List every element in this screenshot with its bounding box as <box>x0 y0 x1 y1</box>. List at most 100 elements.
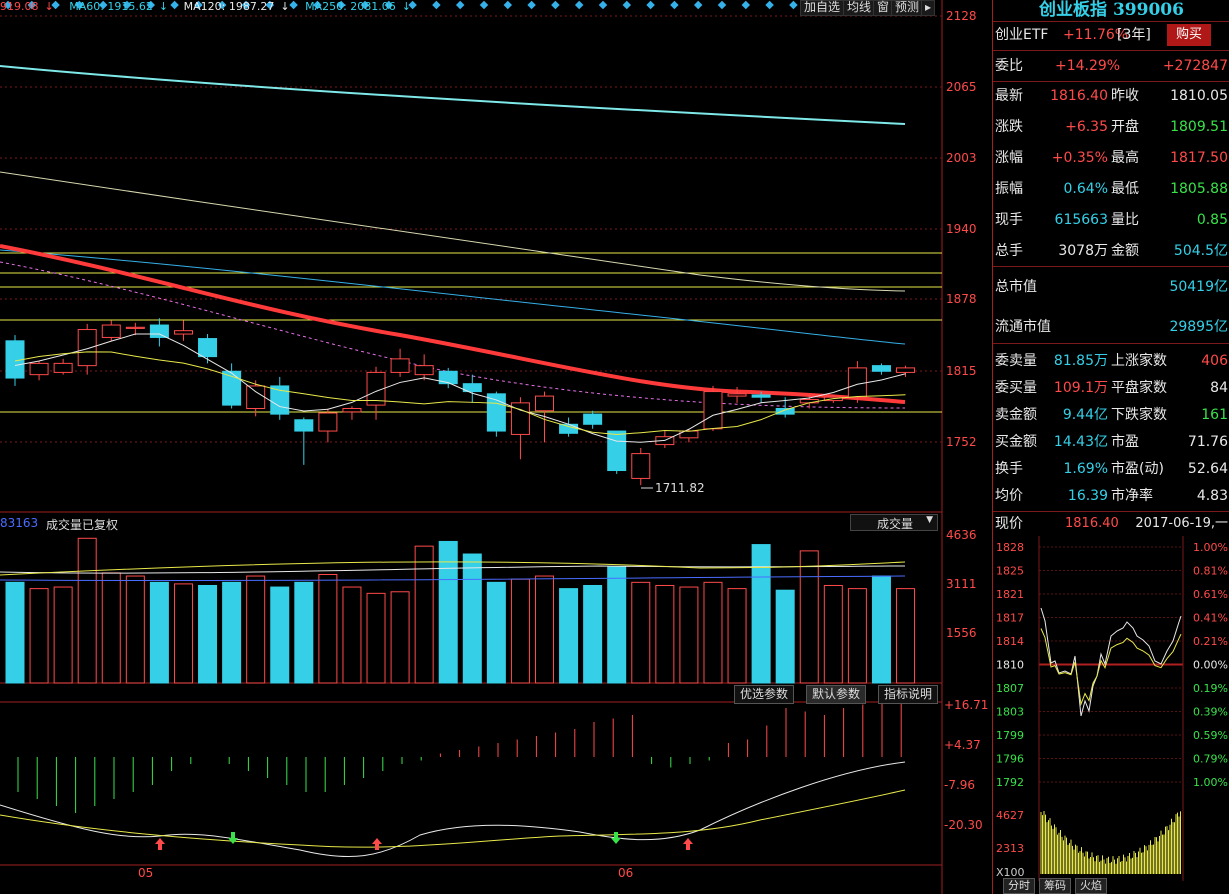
volume-bar <box>751 544 771 684</box>
candle-body <box>414 365 434 376</box>
ma-legend-item: 919.08 ↓ <box>0 0 54 13</box>
volume-bar <box>847 588 867 684</box>
stat-row-value: 406 <box>1201 353 1228 369</box>
stat-row-label: 平盘家数 <box>1111 380 1167 396</box>
mini-axis-left: 1807 <box>996 682 1024 695</box>
volume-bar <box>294 581 314 684</box>
quote-row: 总手 3078万 金额 504.5亿 <box>993 237 1229 265</box>
quote-row: 涨幅 +0.35% 最高 1817.50 <box>993 144 1229 172</box>
date-label: 05 <box>138 866 154 880</box>
candle-body <box>703 391 723 430</box>
stat-row-label: 上涨家数 <box>1111 353 1167 369</box>
tab-chips[interactable]: 筹码 <box>1039 878 1071 894</box>
candle-body <box>318 412 338 432</box>
volume-bar <box>462 553 482 684</box>
volume-bar <box>414 545 434 684</box>
mini-axis-right: 0.61% <box>1193 588 1228 601</box>
tab-intraday[interactable]: 分时 <box>1003 878 1035 894</box>
mini-axis-right: 0.59% <box>1193 729 1228 742</box>
volume-bar <box>727 588 747 684</box>
mini-axis-left: 1821 <box>996 588 1024 601</box>
tab-default-params[interactable]: 默认参数 <box>806 685 867 704</box>
kline-chart[interactable] <box>0 0 992 894</box>
window-button[interactable]: 窗 <box>873 0 894 16</box>
stat-row-label: 下跌家数 <box>1111 407 1167 423</box>
stat-row: 换手 1.69% 市盈(动) 52.64 <box>993 455 1229 483</box>
candle-body <box>198 338 218 358</box>
tab-flame[interactable]: 火焰 <box>1075 878 1107 894</box>
stat-row-value: 84 <box>1210 380 1228 396</box>
candle-body <box>149 324 169 338</box>
quote-row-label: 开盘 <box>1111 119 1139 135</box>
volume-dropdown[interactable]: 成交量 ▼ <box>850 514 938 531</box>
ma-legend-item: MA120: 1987.27 ↓ <box>183 0 290 13</box>
buy-signal-icon <box>683 838 693 850</box>
add-watch-button[interactable]: 加自选 <box>800 0 845 16</box>
price-axis-label: 1940 <box>946 222 977 236</box>
mini-axis-left: 1828 <box>996 541 1024 554</box>
signal-marker <box>717 0 727 10</box>
quote-row-value: +6.35 <box>1065 119 1108 135</box>
candle-body <box>342 407 362 413</box>
buy-signal-icon <box>155 838 165 850</box>
ma-legend-item: MA60: 1915.62 ↓ <box>69 0 169 13</box>
volume-bar <box>559 588 579 684</box>
stat-row: 委卖量 81.85万 上涨家数 406 <box>993 347 1229 375</box>
volume-label: 成交量已复权 <box>46 518 119 532</box>
quote-row-value: 3078万 <box>1058 243 1108 259</box>
intraday-chart[interactable]: 1828 1.00% 1825 0.81% 1821 0.61% 1817 0.41% 1814… <box>993 536 1229 881</box>
stat-row-label: 换手 <box>995 461 1023 477</box>
volume-bar <box>607 566 627 684</box>
stat-row-label: 市盈 <box>1111 434 1139 450</box>
stat-row: 买金额 14.43亿 市盈 71.76 <box>993 428 1229 456</box>
volume-bar <box>77 537 97 684</box>
mini-axis-right: 0.81% <box>1193 565 1228 578</box>
volume-bar <box>486 581 506 684</box>
expand-icon[interactable]: ▸ <box>921 0 936 16</box>
forecast-button[interactable]: 预测 <box>891 0 924 16</box>
quote-row-label: 金额 <box>1111 243 1139 259</box>
quote-row-value: 0.64% <box>1063 181 1108 197</box>
volume-bar <box>510 578 530 684</box>
quote-row-value: 1805.88 <box>1170 181 1228 197</box>
indicator-axis-label: -20.30 <box>944 818 983 832</box>
stat-row-label: 市净率 <box>1111 488 1153 504</box>
quote-row-value: 504.5亿 <box>1173 243 1228 259</box>
buy-button[interactable]: 购买 <box>1167 24 1211 46</box>
volume-bar <box>198 584 218 684</box>
float-cap-label: 流通市值 <box>995 319 1051 335</box>
volume-bar <box>53 586 73 684</box>
date-label: 06 <box>618 866 634 880</box>
stat-row: 均价 16.39 市净率 4.83 <box>993 482 1229 510</box>
stat-row-label: 买金额 <box>995 434 1037 450</box>
divider <box>993 343 1229 344</box>
quote-row-label: 昨收 <box>1111 88 1139 104</box>
candle-body <box>631 453 651 479</box>
low-annotation: 1711.82 <box>655 481 705 495</box>
signal-marker <box>741 0 751 10</box>
volume-bar <box>125 575 145 684</box>
stat-row-value: 109.1万 <box>1053 380 1108 396</box>
volume-bar <box>342 586 362 684</box>
signal-marker <box>455 0 465 10</box>
macd-dea-line <box>0 789 906 848</box>
weibi-row: 委比 +14.29% +272847 <box>993 52 1229 80</box>
candle-body <box>246 385 266 409</box>
ma5-line <box>14 333 906 443</box>
volume-bar <box>270 586 290 684</box>
market-cap-label: 总市值 <box>995 279 1037 295</box>
stat-row-value: 81.85万 <box>1053 353 1108 369</box>
signal-marker <box>765 0 774 10</box>
candle-body <box>775 407 795 415</box>
candle-body <box>871 365 891 372</box>
etf-period: [3年] <box>1117 27 1151 43</box>
ma-button[interactable]: 均线 <box>843 0 876 16</box>
volume-axis-label: 3111 <box>946 577 977 591</box>
volume-bar <box>583 584 603 684</box>
stat-row-value: 161 <box>1201 407 1228 423</box>
tab-indicator-help[interactable]: 指标说明 <box>878 685 939 704</box>
candle-body <box>607 430 627 472</box>
tab-optimal-params[interactable]: 优选参数 <box>734 685 795 704</box>
stat-row: 卖金额 9.44亿 下跌家数 161 <box>993 401 1229 429</box>
quote-row-value: 615663 <box>1054 212 1108 228</box>
